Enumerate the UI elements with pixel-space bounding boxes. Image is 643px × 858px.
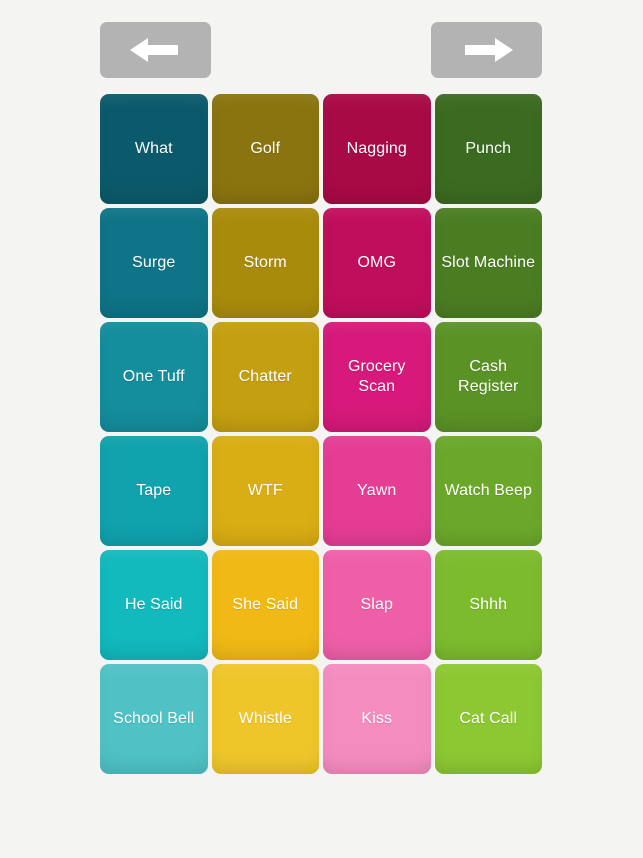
sound-tile-label: School Bell	[113, 710, 195, 728]
sound-tile-label: Slap	[360, 596, 393, 614]
sound-tile[interactable]: OMG	[323, 208, 431, 318]
sound-tile[interactable]: Storm	[211, 208, 319, 318]
sound-tile-label: Nagging	[346, 140, 407, 158]
navigation-bar	[100, 22, 542, 78]
sound-tile-label: Tape	[136, 482, 172, 500]
sound-tile[interactable]: Punch	[434, 94, 542, 204]
sound-tile-label: She Said	[232, 596, 299, 614]
sound-tile[interactable]: Golf	[211, 94, 319, 204]
sound-tile-label: Slot Machine	[441, 254, 536, 272]
sound-tile-label: OMG	[357, 254, 397, 272]
sound-tile-label: Kiss	[361, 710, 393, 728]
sound-tile-label: He Said	[124, 596, 183, 614]
sound-tile[interactable]: WTF	[211, 436, 319, 546]
sound-tile[interactable]: Surge	[100, 208, 208, 318]
sound-tile-label: Whistle	[238, 710, 292, 728]
sound-tile-label: WTF	[247, 482, 283, 500]
sound-tile[interactable]: Slap	[323, 550, 431, 660]
sound-tile[interactable]: Cash Register	[434, 322, 542, 432]
next-page-button[interactable]	[431, 22, 542, 78]
sound-tile[interactable]: School Bell	[100, 664, 208, 774]
sound-tile[interactable]: Tape	[100, 436, 208, 546]
sound-tile-label: Surge	[132, 254, 176, 272]
arrow-right-icon	[459, 35, 515, 65]
sound-tile-grid: What Golf Nagging Punch Surge Storm OMG Slot Ma…	[100, 94, 542, 774]
sound-tile[interactable]: One Tuff	[100, 322, 208, 432]
sound-tile-label: Punch	[465, 140, 512, 158]
sound-tile[interactable]: What	[100, 94, 208, 204]
sound-tile-label: Chatter	[238, 368, 292, 386]
sound-tile-label: Cash Register	[458, 358, 519, 395]
sound-tile[interactable]: Chatter	[211, 322, 319, 432]
sound-tile-label: Golf	[250, 140, 281, 158]
sound-tile[interactable]: Slot Machine	[434, 208, 542, 318]
sound-tile-label: What	[134, 140, 173, 158]
sound-tile-label: Storm	[243, 254, 287, 272]
sound-tile[interactable]: Watch Beep	[434, 436, 542, 546]
sound-tile[interactable]: Nagging	[323, 94, 431, 204]
sound-tile-label: Shhh	[469, 596, 508, 614]
sound-tile-label: Cat Call	[459, 710, 518, 728]
arrow-left-icon	[128, 35, 184, 65]
sound-tile[interactable]: He Said	[100, 550, 208, 660]
sound-tile-label: Watch Beep	[444, 482, 533, 500]
sound-tile[interactable]: Kiss	[323, 664, 431, 774]
sound-tile[interactable]: Grocery Scan	[323, 322, 431, 432]
sound-tile[interactable]: Cat Call	[434, 664, 542, 774]
sound-tile-label: Grocery Scan	[347, 358, 406, 395]
sound-tile-label: Yawn	[357, 482, 397, 500]
sound-tile[interactable]: Shhh	[434, 550, 542, 660]
previous-page-button[interactable]	[100, 22, 211, 78]
sound-tile-label: One Tuff	[122, 368, 185, 386]
sound-tile[interactable]: Yawn	[323, 436, 431, 546]
sound-tile[interactable]: Whistle	[211, 664, 319, 774]
sound-tile[interactable]: She Said	[211, 550, 319, 660]
